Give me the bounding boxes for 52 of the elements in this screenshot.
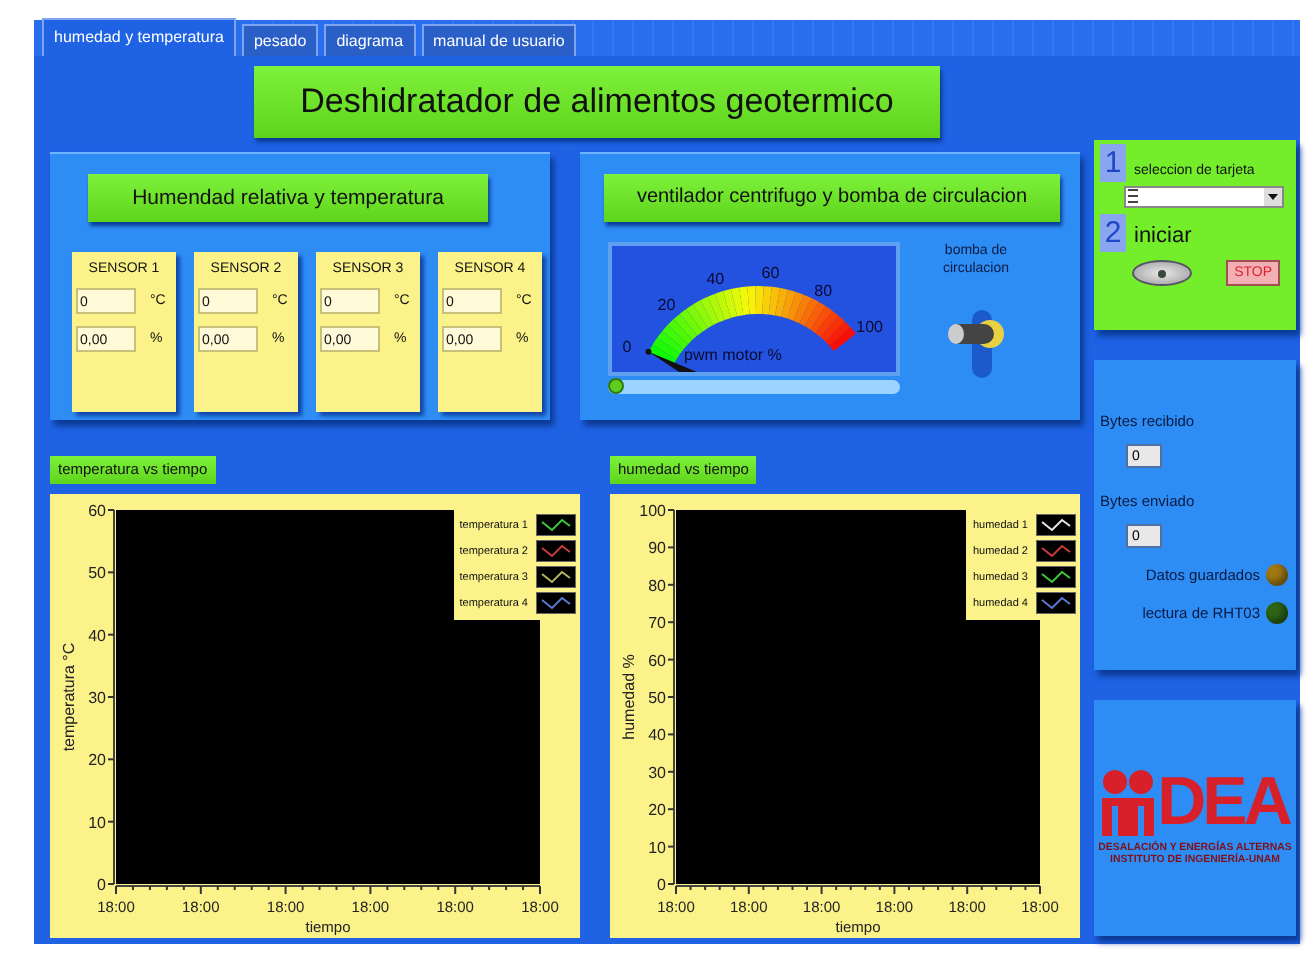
y-tick-label: 20 bbox=[648, 801, 666, 820]
slider-thumb[interactable] bbox=[608, 378, 624, 394]
y-tick-label: 40 bbox=[88, 626, 106, 645]
scale-label: 40 bbox=[706, 269, 725, 288]
step-number: 1 bbox=[1100, 144, 1126, 182]
y-tick-label: 0 bbox=[97, 876, 106, 894]
y-axis-title: humedad % bbox=[620, 654, 638, 740]
legend-swatch bbox=[536, 566, 576, 588]
y-tick-label: 50 bbox=[88, 564, 106, 583]
scale-label: 80 bbox=[814, 281, 833, 300]
y-tick-label: 10 bbox=[648, 838, 666, 857]
y-tick-label: 100 bbox=[639, 502, 666, 520]
legend-swatch bbox=[1036, 514, 1076, 536]
start-button[interactable] bbox=[1132, 260, 1192, 286]
tab[interactable]: diagrama bbox=[324, 24, 416, 56]
y-tick-label: 40 bbox=[648, 726, 666, 745]
tab[interactable]: pesado bbox=[241, 24, 319, 56]
logo-figure-icon bbox=[1101, 768, 1154, 836]
logo-text: DEA bbox=[1157, 768, 1289, 836]
y-tick-label: 90 bbox=[648, 539, 666, 558]
y-tick-label: 20 bbox=[88, 751, 106, 770]
y-tick-label: 30 bbox=[88, 689, 106, 707]
scale-label: 0 bbox=[622, 338, 632, 357]
scale-label: 60 bbox=[761, 264, 780, 283]
port-select[interactable] bbox=[1124, 186, 1284, 208]
scale-label: 20 bbox=[657, 295, 676, 314]
y-tick-label: 60 bbox=[648, 651, 666, 670]
scale-label: 100 bbox=[856, 317, 884, 336]
y-tick-label: 60 bbox=[88, 502, 106, 520]
panel-title: ventilador centrifugo y bomba de circulacion bbox=[604, 174, 1060, 222]
legend-swatch bbox=[1036, 566, 1076, 588]
y-tick-label: 30 bbox=[648, 763, 666, 782]
step-number: 2 bbox=[1100, 214, 1126, 252]
y-tick-label: 50 bbox=[648, 689, 666, 707]
caret-icon bbox=[1264, 188, 1282, 206]
step-label: iniciar bbox=[1134, 224, 1192, 252]
y-tick-label: 0 bbox=[657, 876, 666, 894]
app-title: Deshidratador de alimentos geotermico bbox=[254, 66, 940, 138]
legend-swatch bbox=[536, 592, 576, 614]
panel-title: Humendad relativa y temperatura bbox=[88, 174, 488, 222]
y-axis-title: temperatura °C bbox=[60, 642, 78, 752]
slider-track[interactable] bbox=[608, 380, 900, 394]
legend-swatch bbox=[536, 540, 576, 562]
tab[interactable]: manual de usuario bbox=[421, 24, 577, 56]
legend-swatch bbox=[1036, 592, 1076, 614]
y-tick-label: 80 bbox=[648, 576, 666, 595]
y-tick-label: 10 bbox=[88, 813, 106, 832]
y-tick-label: 70 bbox=[648, 614, 666, 633]
legend-swatch bbox=[536, 514, 576, 536]
tab[interactable]: humedad y temperatura bbox=[42, 18, 236, 56]
meter-label: pwm motor % bbox=[684, 346, 782, 364]
legend-swatch bbox=[1036, 540, 1076, 562]
